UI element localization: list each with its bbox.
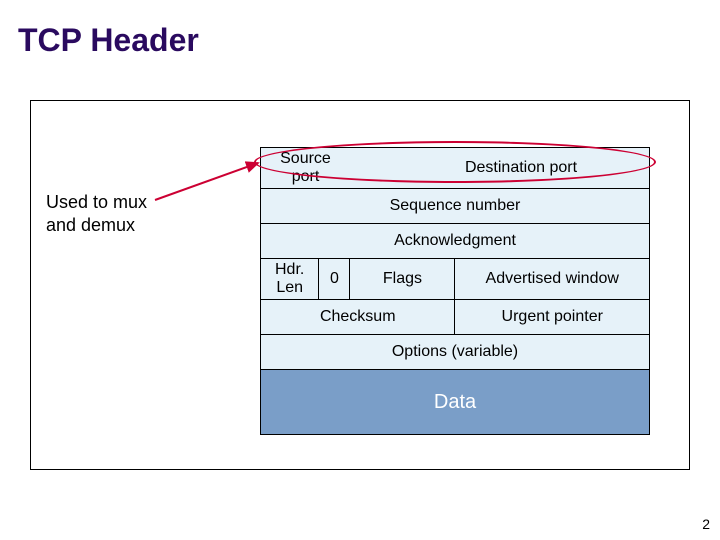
table-row: Hdr. Len 0 Flags Advertised window bbox=[261, 259, 650, 300]
table-row: Sequence number bbox=[261, 189, 650, 224]
cell-reserved-zero: 0 bbox=[319, 259, 350, 300]
cell-data: Data bbox=[261, 370, 650, 435]
table-row: Checksum Urgent pointer bbox=[261, 300, 650, 335]
table-row: Source port Destination port bbox=[261, 148, 650, 189]
table-row: Options (variable) bbox=[261, 335, 650, 370]
cell-sequence-number: Sequence number bbox=[261, 189, 650, 224]
cell-options: Options (variable) bbox=[261, 335, 650, 370]
cell-source-port: Source port bbox=[261, 148, 350, 189]
cell-hdrlen: Hdr. Len bbox=[261, 259, 319, 300]
cell-acknowledgment: Acknowledgment bbox=[261, 224, 650, 259]
table-row: Data bbox=[261, 370, 650, 435]
annotation-line2: and demux bbox=[46, 215, 135, 235]
cell-urgent-pointer: Urgent pointer bbox=[455, 300, 650, 335]
cell-spacer bbox=[350, 148, 455, 189]
cell-checksum: Checksum bbox=[261, 300, 455, 335]
table-row: Acknowledgment bbox=[261, 224, 650, 259]
tcp-header-table: Source port Destination port Sequence nu… bbox=[260, 147, 650, 435]
page-number: 2 bbox=[702, 516, 710, 532]
cell-flags: Flags bbox=[350, 259, 455, 300]
cell-advertised-window: Advertised window bbox=[455, 259, 650, 300]
annotation-line1: Used to mux bbox=[46, 192, 147, 212]
annotation-mux-demux: Used to mux and demux bbox=[46, 191, 147, 236]
cell-dest-port: Destination port bbox=[455, 148, 650, 189]
slide-title: TCP Header bbox=[18, 22, 199, 59]
